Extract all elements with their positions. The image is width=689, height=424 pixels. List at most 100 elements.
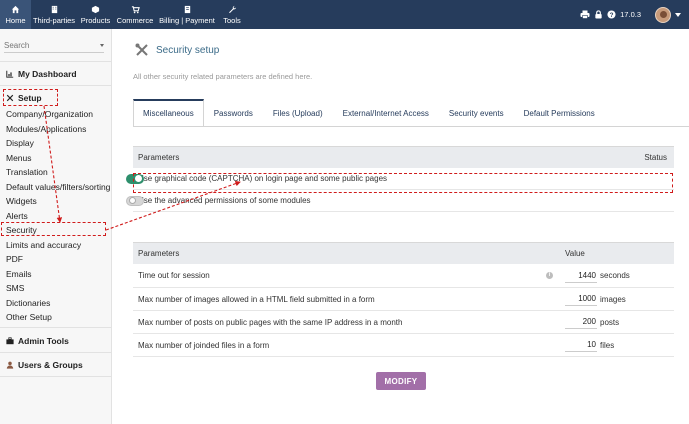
cube-icon <box>91 5 100 13</box>
divider <box>0 327 111 328</box>
unit-label: files <box>600 340 615 350</box>
column-header-parameters: Parameters <box>138 153 180 162</box>
tab-default-permissions[interactable]: Default Permissions <box>514 99 605 127</box>
table-row: Time out for session i seconds <box>133 264 674 288</box>
nav-tools[interactable]: Tools <box>218 0 246 29</box>
menu-admin-tools[interactable]: Admin Tools <box>6 336 69 346</box>
table-row: Use the advanced permissions of some mod… <box>126 190 674 212</box>
max-images-input[interactable] <box>565 292 597 306</box>
nav-commerce-label: Commerce <box>116 15 154 25</box>
chart-icon <box>6 70 14 78</box>
menu-dictionaries[interactable]: Dictionaries <box>6 298 50 308</box>
menu-limits[interactable]: Limits and accuracy <box>6 240 81 250</box>
info-icon[interactable]: i <box>546 272 553 279</box>
page-title: Security setup <box>156 45 220 56</box>
column-header-value: Value <box>565 249 585 258</box>
menu-my-dashboard[interactable]: My Dashboard <box>6 69 77 79</box>
menu-users-groups-label: Users & Groups <box>18 360 83 370</box>
toolbox-icon <box>6 337 14 345</box>
nav-third-parties[interactable]: Third-parties <box>31 0 77 29</box>
table-header: Parameters Value <box>133 242 674 264</box>
annotation-box-captcha <box>133 173 673 193</box>
nav-billing-label: Billing | Payment <box>159 15 215 25</box>
advanced-permissions-toggle[interactable] <box>126 195 144 206</box>
column-header-status: Status <box>644 153 667 162</box>
row-label-session-timeout: Time out for session <box>138 271 210 280</box>
nav-home-label: Home <box>5 15 26 25</box>
menu-default-values[interactable]: Default values/filters/sorting <box>6 182 110 192</box>
chevron-down-icon[interactable] <box>100 44 104 47</box>
values-table: Parameters Value Time out for session i … <box>133 242 674 357</box>
lock-icon[interactable] <box>594 10 603 19</box>
menu-company[interactable]: Company/Organization <box>6 109 93 119</box>
menu-widgets[interactable]: Widgets <box>6 196 37 206</box>
svg-text:?: ? <box>610 12 614 19</box>
tab-miscellaneous[interactable]: Miscellaneous <box>133 99 204 127</box>
home-icon <box>11 5 20 13</box>
settings-tabs: Miscellaneous Passwords Files (Upload) E… <box>133 99 605 127</box>
unit-label: images <box>600 294 626 304</box>
menu-sms[interactable]: SMS <box>6 283 24 293</box>
menu-modules[interactable]: Modules/Applications <box>6 124 86 134</box>
nav-tools-label: Tools <box>223 15 241 25</box>
annotation-box-setup <box>3 89 58 106</box>
user-icon <box>6 361 14 369</box>
divider <box>0 85 111 86</box>
divider <box>133 126 689 127</box>
menu-emails[interactable]: Emails <box>6 269 32 279</box>
column-header-parameters: Parameters <box>138 249 180 258</box>
divider <box>0 61 111 62</box>
search-input[interactable] <box>4 41 84 50</box>
cart-icon <box>131 5 140 13</box>
menu-users-groups[interactable]: Users & Groups <box>6 360 83 370</box>
max-posts-input[interactable] <box>565 315 597 329</box>
table-row: Max number of posts on public pages with… <box>133 311 674 334</box>
top-navbar: Home Third-parties Products Commerce Bil… <box>0 0 689 29</box>
unit-label: seconds <box>600 271 630 280</box>
menu-other-setup[interactable]: Other Setup <box>6 312 52 322</box>
menu-search[interactable] <box>4 39 104 53</box>
building-icon <box>51 5 57 13</box>
tab-external-access[interactable]: External/Internet Access <box>333 99 439 127</box>
user-avatar[interactable] <box>655 6 671 23</box>
chevron-down-icon[interactable] <box>675 12 681 17</box>
main-content: Security setup All other security relate… <box>112 29 689 424</box>
menu-pdf[interactable]: PDF <box>6 254 23 264</box>
row-label-max-images: Max number of images allowed in a HTML f… <box>138 294 375 304</box>
table-row: Max number of images allowed in a HTML f… <box>133 288 674 311</box>
print-icon[interactable] <box>580 10 590 19</box>
page-subtitle: All other security related parameters ar… <box>133 72 313 81</box>
version-label: 17.0.3 <box>620 10 641 19</box>
divider <box>0 376 111 377</box>
tools-icon <box>135 43 148 56</box>
main-menu: Home Third-parties Products Commerce Bil… <box>0 0 246 29</box>
invoice-icon <box>184 5 190 13</box>
table-row: Max number of joinded files in a form fi… <box>133 334 674 357</box>
wrench-icon <box>228 5 236 13</box>
top-right-tools: ? 17.0.3 <box>580 0 681 29</box>
row-label-max-posts: Max number of posts on public pages with… <box>138 317 403 327</box>
nav-products-label: Products <box>80 15 111 25</box>
table-header: Parameters Status <box>133 146 674 168</box>
nav-home[interactable]: Home <box>0 0 31 29</box>
menu-display[interactable]: Display <box>6 138 34 148</box>
divider <box>0 352 111 353</box>
nav-third-parties-label: Third-parties <box>32 15 76 25</box>
tab-passwords[interactable]: Passwords <box>204 99 263 127</box>
row-label-advanced-permissions: Use the advanced permissions of some mod… <box>138 196 311 205</box>
tab-files-upload[interactable]: Files (Upload) <box>263 99 333 127</box>
nav-billing[interactable]: Billing | Payment <box>156 0 218 29</box>
menu-translation[interactable]: Translation <box>6 167 48 177</box>
help-icon[interactable]: ? <box>607 10 616 19</box>
menu-menus[interactable]: Menus <box>6 153 32 163</box>
toggle-knob <box>128 197 136 204</box>
menu-admin-tools-label: Admin Tools <box>18 336 69 346</box>
nav-commerce[interactable]: Commerce <box>114 0 156 29</box>
max-files-input[interactable] <box>565 338 597 352</box>
session-timeout-input[interactable] <box>565 268 597 283</box>
tab-security-events[interactable]: Security events <box>439 99 514 127</box>
nav-products[interactable]: Products <box>77 0 114 29</box>
menu-alerts[interactable]: Alerts <box>6 211 28 221</box>
modify-button[interactable]: MODIFY <box>376 372 426 390</box>
unit-label: posts <box>600 317 620 327</box>
